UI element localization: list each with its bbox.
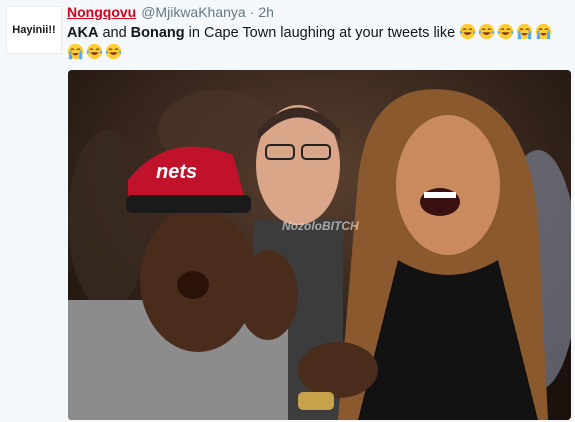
man-mouth bbox=[177, 271, 209, 299]
text-rest: in Cape Town laughing at your tweets lik… bbox=[184, 25, 456, 41]
tweet-header: Nongqovu @MjikwaKhanya · 2h bbox=[67, 4, 274, 22]
man-watch bbox=[298, 392, 334, 410]
tweet-text: AKA and Bonang in Cape Town laughing at … bbox=[67, 23, 567, 63]
photo-watermark: NozoloBITCH bbox=[282, 219, 359, 233]
laughing-crying-emoji-icon bbox=[460, 23, 476, 40]
woman-face bbox=[396, 115, 500, 255]
cap-logo-text: nets bbox=[156, 161, 197, 183]
loud-crying-emoji-icon bbox=[67, 43, 84, 60]
laughing-crying-emoji-icon bbox=[479, 23, 495, 40]
laughing-crying-emoji-icon bbox=[86, 43, 103, 60]
loud-crying-emoji-icon bbox=[536, 23, 552, 40]
laughing-crying-emoji-icon bbox=[105, 43, 122, 60]
display-name[interactable]: Nongqovu bbox=[67, 4, 136, 20]
timestamp[interactable]: 2h bbox=[258, 4, 274, 20]
loud-crying-emoji-icon bbox=[517, 23, 533, 40]
avatar[interactable]: Hayinii!! bbox=[6, 6, 62, 54]
man-cap-brim bbox=[126, 195, 251, 213]
tweet-photo[interactable]: nets NozoloBITCH bbox=[68, 70, 571, 420]
man-hand bbox=[238, 250, 298, 340]
text-and: and bbox=[98, 25, 131, 41]
crowd-blur-left bbox=[68, 130, 148, 310]
avatar-text: Hayinii!! bbox=[12, 24, 56, 36]
laughing-crying-emoji-icon bbox=[498, 23, 514, 40]
mention-bonang: Bonang bbox=[130, 25, 185, 41]
separator-dot: · bbox=[249, 4, 255, 20]
mention-aka: AKA bbox=[67, 25, 99, 41]
woman-teeth bbox=[424, 192, 456, 198]
screen-name[interactable]: @MjikwaKhanya bbox=[141, 4, 245, 20]
tweet-card[interactable]: Hayinii!! Nongqovu @MjikwaKhanya · 2h AK… bbox=[0, 0, 575, 422]
photo-illustration: nets NozoloBITCH bbox=[68, 70, 571, 420]
man-arm bbox=[298, 342, 378, 398]
